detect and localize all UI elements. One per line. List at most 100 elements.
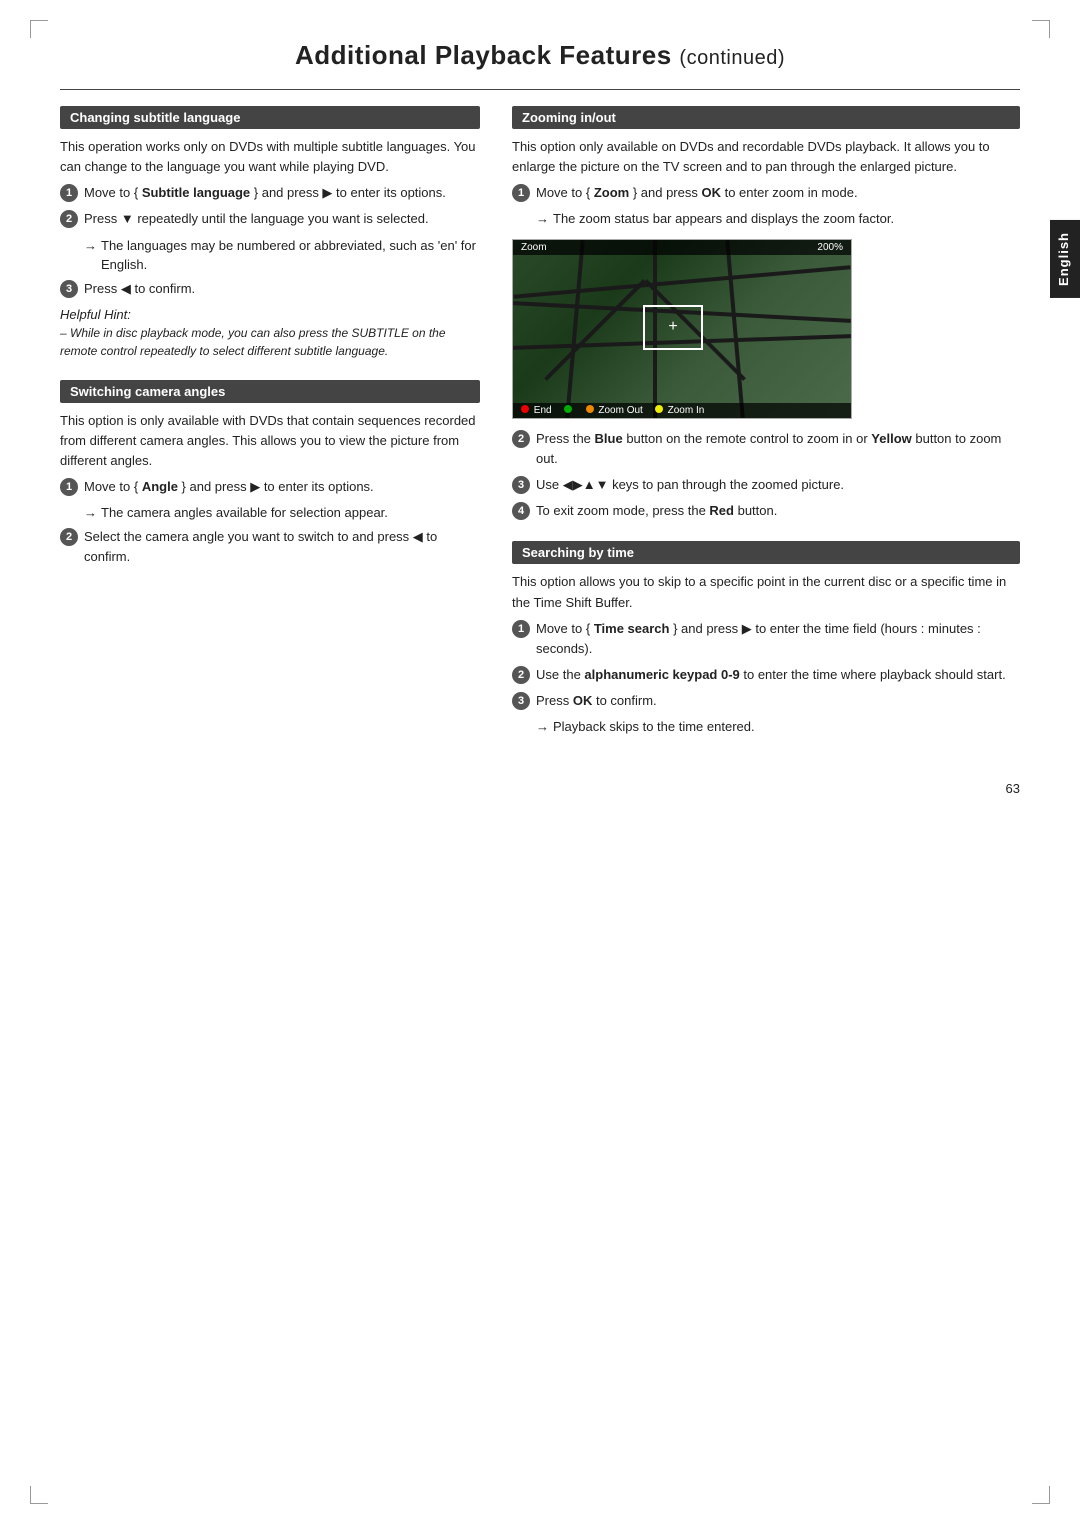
main-content: Changing subtitle language This operatio… bbox=[60, 106, 1020, 757]
zoom-step-2: 2 Press the Blue button on the remote co… bbox=[512, 429, 1020, 469]
zoom-step-num-2: 2 bbox=[512, 430, 530, 448]
left-column: Changing subtitle language This operatio… bbox=[60, 106, 480, 757]
search-step-2-content: Use the alphanumeric keypad 0-9 to enter… bbox=[536, 665, 1006, 685]
subtitle-language-header: Changing subtitle language bbox=[60, 106, 480, 129]
camera-step-1-content: Move to { Angle } and press ▶ to enter i… bbox=[84, 477, 374, 497]
zoom-step-num-4: 4 bbox=[512, 502, 530, 520]
search-step-num-3: 3 bbox=[512, 692, 530, 710]
zoom-step-4-content: To exit zoom mode, press the Red button. bbox=[536, 501, 777, 521]
beam-h1 bbox=[513, 265, 850, 298]
zooming-header: Zooming in/out bbox=[512, 106, 1020, 129]
subtitle-intro: This operation works only on DVDs with m… bbox=[60, 137, 480, 177]
zoom-crosshair: + bbox=[668, 318, 677, 336]
zoom-arrow-note-1: → The zoom status bar appears and displa… bbox=[536, 209, 1020, 229]
search-step-num-1: 1 bbox=[512, 620, 530, 638]
subtitle-step-2: 2 Press ▼ repeatedly until the language … bbox=[60, 209, 480, 229]
corner-mark-tr bbox=[1032, 20, 1050, 38]
zoom-arrow-symbol-1: → bbox=[536, 209, 549, 229]
title-divider bbox=[60, 89, 1020, 90]
zoom-image-inner: Zoom 200% + End Zoom Out bbox=[513, 240, 851, 418]
corner-mark-bl bbox=[30, 1486, 48, 1504]
search-step-2: 2 Use the alphanumeric keypad 0-9 to ent… bbox=[512, 665, 1020, 685]
camera-step-num-1: 1 bbox=[60, 478, 78, 496]
blue-bold: Blue bbox=[595, 431, 623, 446]
camera-arrow-symbol-1: → bbox=[84, 503, 97, 523]
dot-red bbox=[521, 405, 529, 413]
search-step-num-2: 2 bbox=[512, 666, 530, 684]
subtitle-language-section: Changing subtitle language This operatio… bbox=[60, 106, 480, 360]
zooming-intro: This option only available on DVDs and r… bbox=[512, 137, 1020, 177]
ctrl-zoom-out: Zoom Out bbox=[586, 405, 643, 416]
arrow-note-text-1: The languages may be numbered or abbrevi… bbox=[101, 236, 480, 275]
yellow-bold: Yellow bbox=[871, 431, 911, 446]
search-step-1: 1 Move to { Time search } and press ▶ to… bbox=[512, 619, 1020, 659]
subtitle-step-1: 1 Move to { Subtitle language } and pres… bbox=[60, 183, 480, 203]
zoom-step-3: 3 Use ◀▶▲▼ keys to pan through the zoome… bbox=[512, 475, 1020, 495]
alphanumeric-bold: alphanumeric keypad 0-9 bbox=[584, 667, 739, 682]
dot-green bbox=[564, 405, 572, 413]
step-num-1: 1 bbox=[60, 184, 78, 202]
ctrl-green bbox=[564, 405, 574, 416]
camera-angles-header: Switching camera angles bbox=[60, 380, 480, 403]
searching-intro: This option allows you to skip to a spec… bbox=[512, 572, 1020, 612]
zoom-image: Zoom 200% + End Zoom Out bbox=[512, 239, 852, 419]
time-search-bold: Time search bbox=[594, 621, 670, 636]
zooming-section: Zooming in/out This option only availabl… bbox=[512, 106, 1020, 521]
page-title: Additional Playback Features (continued) bbox=[60, 40, 1020, 71]
zoom-arrow-text-1: The zoom status bar appears and displays… bbox=[553, 209, 894, 229]
zoom-bold: Zoom bbox=[594, 185, 629, 200]
ctrl-end: End bbox=[521, 405, 552, 416]
helpful-hint: Helpful Hint: – While in disc playback m… bbox=[60, 307, 480, 360]
zoom-controls-bar: End Zoom Out Zoom In bbox=[513, 403, 851, 418]
zoom-step-3-content: Use ◀▶▲▼ keys to pan through the zoomed … bbox=[536, 475, 844, 495]
camera-intro: This option is only available with DVDs … bbox=[60, 411, 480, 471]
camera-angles-section: Switching camera angles This option is o… bbox=[60, 380, 480, 567]
camera-step-1: 1 Move to { Angle } and press ▶ to enter… bbox=[60, 477, 480, 497]
dot-yellow bbox=[655, 405, 663, 413]
ctrl-zoom-in: Zoom In bbox=[655, 405, 704, 416]
subtitle-step-3: 3 Press ◀ to confirm. bbox=[60, 279, 480, 299]
subtitle-language-body: This operation works only on DVDs with m… bbox=[60, 137, 480, 360]
search-arrow-note-1: → Playback skips to the time entered. bbox=[536, 717, 1020, 737]
red-bold: Red bbox=[709, 503, 734, 518]
camera-arrow-text-1: The camera angles available for selectio… bbox=[101, 503, 388, 523]
zoom-label-right: 200% bbox=[817, 242, 843, 253]
camera-step-2-content: Select the camera angle you want to swit… bbox=[84, 527, 480, 567]
beam-v1 bbox=[565, 240, 584, 418]
ok-bold-2: OK bbox=[573, 693, 593, 708]
zoom-step-4: 4 To exit zoom mode, press the Red butto… bbox=[512, 501, 1020, 521]
right-column: Zooming in/out This option only availabl… bbox=[512, 106, 1020, 757]
zoom-step-num-3: 3 bbox=[512, 476, 530, 494]
step-1-content: Move to { Subtitle language } and press … bbox=[84, 183, 446, 203]
searching-body: This option allows you to skip to a spec… bbox=[512, 572, 1020, 736]
dot-orange bbox=[586, 405, 594, 413]
zoom-step-num-1: 1 bbox=[512, 184, 530, 202]
zoom-step-2-content: Press the Blue button on the remote cont… bbox=[536, 429, 1020, 469]
camera-step-num-2: 2 bbox=[60, 528, 78, 546]
ok-bold-1: OK bbox=[701, 185, 721, 200]
page-number: 63 bbox=[60, 781, 1020, 796]
search-step-3-content: Press OK to confirm. bbox=[536, 691, 657, 711]
step-num-3: 3 bbox=[60, 280, 78, 298]
step-3-content: Press ◀ to confirm. bbox=[84, 279, 195, 299]
english-tab: English bbox=[1050, 220, 1080, 298]
arrow-symbol-1: → bbox=[84, 236, 97, 256]
subtitle-arrow-note-1: → The languages may be numbered or abbre… bbox=[84, 236, 480, 275]
zoom-step-1: 1 Move to { Zoom } and press OK to enter… bbox=[512, 183, 1020, 203]
search-step-3: 3 Press OK to confirm. bbox=[512, 691, 1020, 711]
zooming-body: This option only available on DVDs and r… bbox=[512, 137, 1020, 521]
zoom-bar: Zoom 200% bbox=[513, 240, 851, 255]
zoom-selection-box: + bbox=[643, 305, 703, 350]
search-arrow-symbol-1: → bbox=[536, 717, 549, 737]
search-step-1-content: Move to { Time search } and press ▶ to e… bbox=[536, 619, 1020, 659]
beam-v3 bbox=[725, 240, 744, 418]
step-num-2: 2 bbox=[60, 210, 78, 228]
camera-angles-body: This option is only available with DVDs … bbox=[60, 411, 480, 567]
search-arrow-text-1: Playback skips to the time entered. bbox=[553, 717, 755, 737]
subtitle-language-bold: Subtitle language bbox=[142, 185, 250, 200]
angle-bold: Angle bbox=[142, 479, 178, 494]
page-wrapper: English Additional Playback Features (co… bbox=[0, 0, 1080, 1524]
searching-header: Searching by time bbox=[512, 541, 1020, 564]
searching-section: Searching by time This option allows you… bbox=[512, 541, 1020, 736]
corner-mark-tl bbox=[30, 20, 48, 38]
